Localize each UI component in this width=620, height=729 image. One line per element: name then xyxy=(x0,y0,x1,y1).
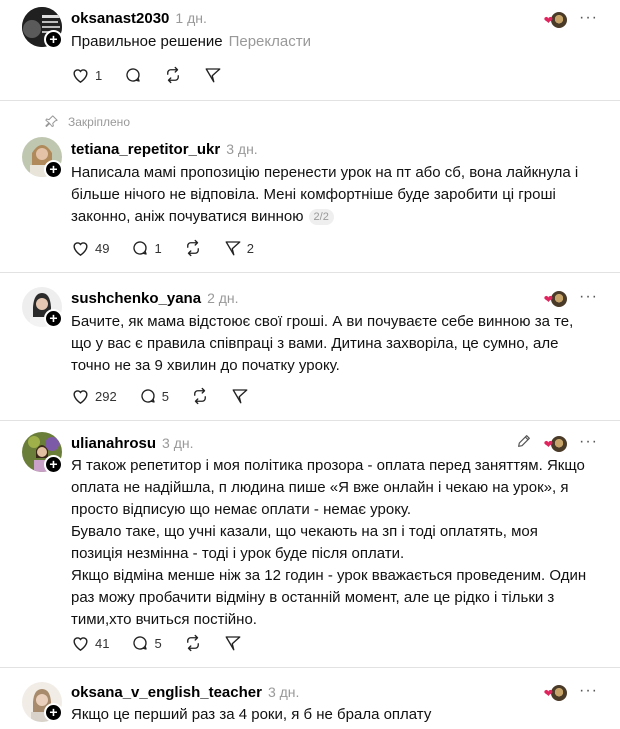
follow-plus-icon[interactable]: + xyxy=(44,703,63,722)
more-icon[interactable]: ··· xyxy=(579,433,598,451)
share-button[interactable] xyxy=(204,66,222,84)
repost-button[interactable] xyxy=(184,239,202,257)
divider xyxy=(0,667,620,668)
post-header: oksanast2030 1 дн. xyxy=(71,10,207,28)
reply-button[interactable]: 5 xyxy=(139,387,169,405)
like-count: 49 xyxy=(95,240,110,256)
post-text: Бачите, як мама відстоює свої гроші. А в… xyxy=(71,311,591,377)
repost-icon xyxy=(186,239,199,257)
share-button[interactable] xyxy=(224,634,242,652)
post-header: sushchenko_yana 2 дн. xyxy=(71,290,239,308)
repost-button[interactable] xyxy=(191,387,209,405)
post-header: tetiana_repetitor_ukr 3 дн. xyxy=(71,141,258,159)
post-time: 2 дн. xyxy=(207,290,239,306)
like-button[interactable]: 49 xyxy=(71,239,109,257)
more-icon[interactable]: ··· xyxy=(579,288,598,306)
post-text: Правильное решение Перекласти xyxy=(71,31,591,53)
pencil-icon[interactable] xyxy=(516,433,532,454)
post-text-paragraph: Бувало таке, що учні казали, що чекають … xyxy=(71,523,538,562)
heart-icon xyxy=(73,637,88,651)
post-text-content: Бачите, як мама відстоює свої гроші. А в… xyxy=(71,313,574,374)
send-icon xyxy=(225,636,241,651)
heart-icon: ❤ xyxy=(543,438,553,451)
like-button[interactable]: 41 xyxy=(71,634,109,652)
send-icon xyxy=(225,241,241,256)
send-icon xyxy=(232,389,248,404)
repost-icon xyxy=(167,66,180,84)
post-header: oksana_v_english_teacher 3 дн. xyxy=(71,684,299,702)
comment-icon xyxy=(141,389,155,403)
post-time: 3 дн. xyxy=(226,141,258,157)
username[interactable]: ulianahrosu xyxy=(71,435,156,452)
post-text: Написала мамі пропозицію перенести урок … xyxy=(71,162,591,228)
heart-icon: ❤ xyxy=(543,687,553,700)
like-count: 1 xyxy=(95,67,103,83)
comment-icon xyxy=(133,241,148,255)
heart-icon xyxy=(73,242,88,256)
repost-button[interactable] xyxy=(184,634,202,652)
post-text: Я також репетитор і моя політика прозора… xyxy=(71,455,591,631)
share-button[interactable] xyxy=(231,387,249,405)
heart-icon: ❤ xyxy=(543,293,553,306)
pin-icon xyxy=(45,115,58,127)
like-count: 292 xyxy=(95,388,117,404)
username[interactable]: oksanast2030 xyxy=(71,10,169,27)
more-icon[interactable]: ··· xyxy=(579,9,598,27)
post-time: 3 дн. xyxy=(267,684,300,700)
post-time: 1 дн. xyxy=(175,10,207,26)
more-icon[interactable]: ··· xyxy=(579,682,598,700)
post-actions: 1 xyxy=(71,63,244,87)
username[interactable]: sushchenko_yana xyxy=(71,290,201,307)
like-count: 41 xyxy=(95,635,110,651)
reply-button[interactable] xyxy=(124,66,142,84)
divider xyxy=(0,272,620,273)
reply-count: 5 xyxy=(161,388,169,404)
follow-plus-icon[interactable]: + xyxy=(44,160,63,179)
divider xyxy=(0,100,620,101)
reaction-stack[interactable]: ❤ xyxy=(544,684,568,702)
post-actions: 41 5 xyxy=(71,631,264,655)
translate-link[interactable]: Перекласти xyxy=(229,33,311,50)
heart-icon: ❤ xyxy=(543,14,553,27)
post-header: ulianahrosu 3 дн. xyxy=(71,435,193,453)
follow-plus-icon[interactable]: + xyxy=(44,455,63,474)
reaction-stack[interactable]: ❤ xyxy=(544,290,568,308)
share-count: 2 xyxy=(246,240,254,256)
send-icon xyxy=(205,68,221,83)
pinned-label: Закріплено xyxy=(68,114,130,129)
pinned-indicator: Закріплено xyxy=(44,114,130,129)
follow-plus-icon[interactable]: + xyxy=(44,30,63,49)
comment-icon xyxy=(133,636,148,650)
like-button[interactable]: 1 xyxy=(71,66,102,84)
post-text-paragraph: Якщо відміна менше ніж за 12 годин - уро… xyxy=(71,567,587,628)
repost-button[interactable] xyxy=(164,66,182,84)
divider xyxy=(0,420,620,421)
post-actions: 292 5 xyxy=(71,384,271,408)
reaction-stack[interactable]: ❤ xyxy=(544,11,568,29)
repost-icon xyxy=(194,387,206,405)
reply-button[interactable]: 1 xyxy=(131,239,162,257)
post-text-paragraph: Я також репетитор і моя політика прозора… xyxy=(71,457,585,518)
post-text-content: Правильное решение xyxy=(71,33,223,50)
post-text-content: Якщо це перший раз за 4 роки, я б не бра… xyxy=(71,706,432,723)
reply-count: 5 xyxy=(154,635,162,651)
repost-icon xyxy=(186,634,199,652)
post-actions: 49 1 2 xyxy=(71,236,276,260)
post-time: 3 дн. xyxy=(162,435,194,451)
post-text: Якщо це перший раз за 4 роки, я б не бра… xyxy=(71,704,591,726)
share-button[interactable]: 2 xyxy=(224,239,254,257)
comment-icon xyxy=(126,68,140,82)
reaction-stack[interactable]: ❤ xyxy=(544,435,568,453)
username[interactable]: tetiana_repetitor_ukr xyxy=(71,141,220,158)
reply-button[interactable]: 5 xyxy=(131,634,162,652)
heart-icon xyxy=(73,69,88,83)
username[interactable]: oksana_v_english_teacher xyxy=(71,684,262,701)
like-button[interactable]: 292 xyxy=(71,387,117,405)
page-indicator: 2/2 xyxy=(308,209,334,225)
heart-icon xyxy=(73,390,88,404)
follow-plus-icon[interactable]: + xyxy=(44,309,63,328)
reply-count: 1 xyxy=(154,240,162,256)
